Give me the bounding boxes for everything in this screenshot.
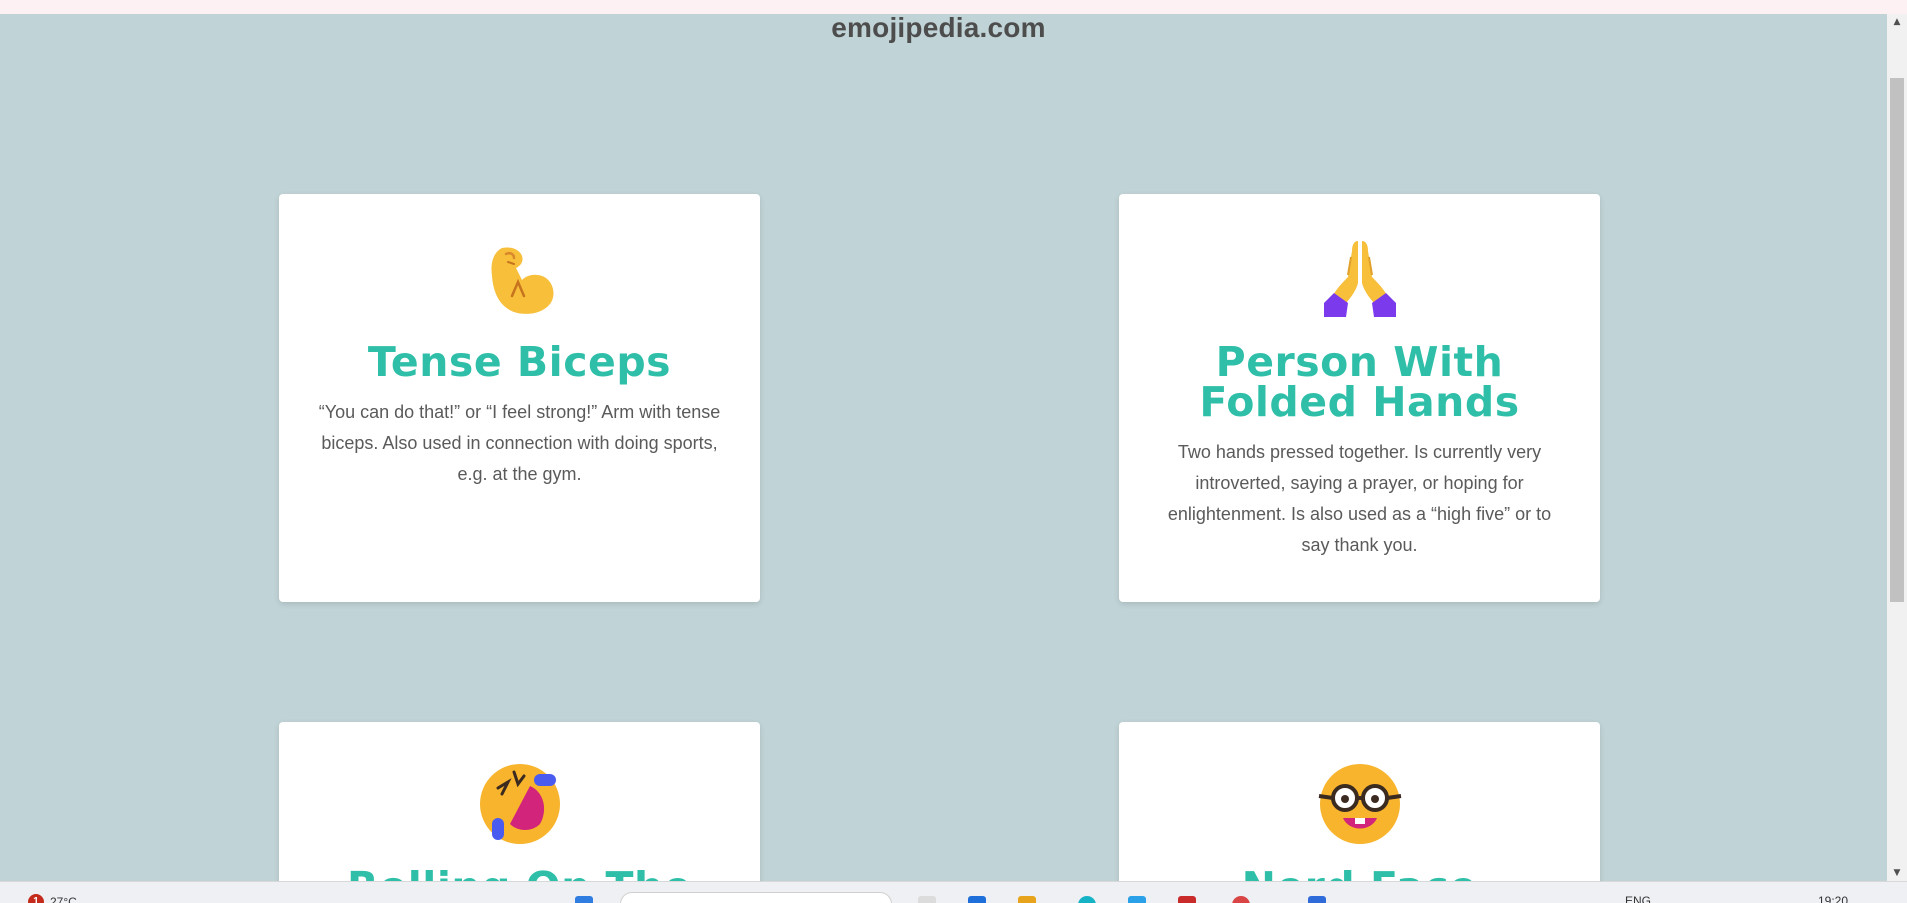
start-menu-icon[interactable] bbox=[575, 896, 593, 903]
browser-icon[interactable] bbox=[1078, 896, 1096, 903]
app-icon[interactable] bbox=[1128, 896, 1146, 903]
app-icon[interactable] bbox=[968, 896, 986, 903]
emoji-card-folded-hands: Person With Folded Hands Two hands press… bbox=[1119, 194, 1600, 602]
scroll-up-arrow-icon[interactable]: ▲ bbox=[1887, 14, 1907, 30]
task-view-icon[interactable] bbox=[918, 896, 936, 903]
language-indicator[interactable]: ENG bbox=[1625, 894, 1651, 903]
os-taskbar: 1 27°C ENG 19:20 bbox=[0, 881, 1907, 903]
page-scrollbar[interactable]: ▲ ▼ bbox=[1887, 14, 1907, 881]
card-description: Two hands pressed together. Is currently… bbox=[1167, 442, 1552, 555]
card-description: “You can do that!” or “I feel strong!” A… bbox=[318, 402, 721, 484]
flexed-biceps-icon bbox=[279, 240, 760, 320]
clock[interactable]: 19:20 bbox=[1818, 894, 1848, 903]
card-title: Person With Folded Hands bbox=[1199, 338, 1520, 426]
rolling-laughing-icon bbox=[279, 762, 760, 846]
app-icon[interactable] bbox=[1308, 896, 1326, 903]
card-title: Tense Biceps bbox=[367, 338, 672, 386]
chrome-icon[interactable] bbox=[1232, 896, 1250, 903]
site-title: emojipedia.com bbox=[831, 12, 1046, 43]
nerd-face-icon bbox=[1119, 762, 1600, 846]
notification-badge: 1 bbox=[28, 894, 44, 903]
file-explorer-icon[interactable] bbox=[1018, 896, 1036, 903]
emoji-card-nerd-face: Nerd Face bbox=[1119, 722, 1600, 903]
mail-icon[interactable] bbox=[1178, 896, 1196, 903]
emoji-card-tense-biceps: Tense Biceps “You can do that!” or “I fe… bbox=[279, 194, 760, 602]
scroll-down-arrow-icon[interactable]: ▼ bbox=[1887, 865, 1907, 881]
emoji-card-rolling-laughing: Rolling On The bbox=[279, 722, 760, 903]
temperature-label: 27°C bbox=[50, 895, 77, 903]
scroll-thumb[interactable] bbox=[1890, 78, 1904, 602]
folded-hands-icon bbox=[1119, 237, 1600, 319]
taskbar-search-input[interactable] bbox=[620, 892, 892, 903]
weather-widget[interactable]: 1 27°C bbox=[28, 894, 77, 903]
